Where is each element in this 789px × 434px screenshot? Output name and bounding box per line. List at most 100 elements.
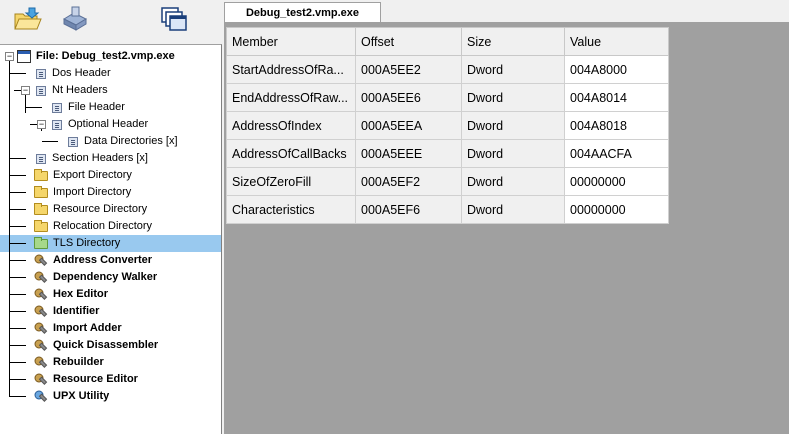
tree-item-relocation-directory[interactable]: Relocation Directory xyxy=(34,218,154,235)
collapse-optional-header-expander[interactable]: − xyxy=(37,120,46,129)
cell-size: Dword xyxy=(461,195,565,224)
tree-item-label: Hex Editor xyxy=(53,288,109,300)
tree-line xyxy=(10,294,26,295)
tree-item-import-adder[interactable]: Import Adder xyxy=(34,320,124,337)
tree-item-file-header[interactable]: File Header xyxy=(50,99,127,116)
table-row[interactable]: StartAddressOfRa... 000A5EE2 Dword 004A8… xyxy=(226,55,669,84)
cell-value[interactable]: 00000000 xyxy=(564,167,669,196)
tree-item-upx-utility[interactable]: UPX Utility xyxy=(34,388,111,405)
tree-item-label: Export Directory xyxy=(53,169,132,181)
folder-open-icon xyxy=(34,236,48,249)
cell-size: Dword xyxy=(461,111,565,140)
cell-member: Characteristics xyxy=(226,195,356,224)
document-icon xyxy=(52,102,62,113)
table-header-row: Member Offset Size Value xyxy=(226,27,669,56)
cell-offset: 000A5EEA xyxy=(355,111,462,140)
tree-item-label: UPX Utility xyxy=(53,390,110,402)
folder-icon xyxy=(34,185,48,198)
cell-size: Dword xyxy=(461,83,565,112)
tree-item-label: Rebuilder xyxy=(53,356,104,368)
tree-item-import-directory[interactable]: Import Directory xyxy=(34,184,133,201)
tree-root-label: File: Debug_test2.vmp.exe xyxy=(36,50,175,62)
tree-item-resource-directory[interactable]: Resource Directory xyxy=(34,201,149,218)
cell-offset: 000A5EE2 xyxy=(355,55,462,84)
tree-item-label: Import Directory xyxy=(53,186,132,198)
column-header-size[interactable]: Size xyxy=(461,27,565,56)
tree-line xyxy=(9,59,10,397)
tree-line xyxy=(10,379,26,380)
table-row[interactable]: AddressOfCallBacks 000A5EEE Dword 004AAC… xyxy=(226,139,669,168)
cell-member: StartAddressOfRa... xyxy=(226,55,356,84)
cell-offset: 000A5EEE xyxy=(355,139,462,168)
tree-item-tls-directory[interactable]: TLS Directory xyxy=(34,235,122,252)
tree-item-hex-editor[interactable]: Hex Editor xyxy=(34,286,110,303)
cell-value[interactable]: 004A8018 xyxy=(564,111,669,140)
tool-icon xyxy=(34,322,48,334)
save-button[interactable] xyxy=(60,4,90,34)
cell-value[interactable]: 004AACFA xyxy=(564,139,669,168)
cell-member: EndAddressOfRaw... xyxy=(226,83,356,112)
tree-root-file[interactable]: File: Debug_test2.vmp.exe xyxy=(17,48,177,65)
tool-icon xyxy=(34,305,48,317)
cell-value[interactable]: 004A8000 xyxy=(564,55,669,84)
cell-member: AddressOfCallBacks xyxy=(226,139,356,168)
tls-directory-table[interactable]: Member Offset Size Value StartAddressOfR… xyxy=(226,27,669,224)
tree-item-label: Nt Headers xyxy=(52,84,108,96)
tree-item-optional-header[interactable]: Optional Header xyxy=(50,116,150,133)
tree-item-dependency-walker[interactable]: Dependency Walker xyxy=(34,269,159,286)
cell-value[interactable]: 004A8014 xyxy=(564,83,669,112)
tree-item-nt-headers[interactable]: Nt Headers xyxy=(34,82,110,99)
tree-line xyxy=(10,277,26,278)
tree-line xyxy=(10,226,26,227)
content-area: Member Offset Size Value StartAddressOfR… xyxy=(224,23,789,434)
tree-item-label: Dependency Walker xyxy=(53,271,158,283)
open-file-button[interactable] xyxy=(12,4,42,34)
tree-item-label: Address Converter xyxy=(53,254,153,266)
tree-item-resource-editor[interactable]: Resource Editor xyxy=(34,371,140,388)
tool-icon xyxy=(34,356,48,368)
cell-size: Dword xyxy=(461,139,565,168)
tree-item-data-directories[interactable]: Data Directories [x] xyxy=(66,133,180,150)
table-row[interactable]: SizeOfZeroFill 000A5EF2 Dword 00000000 xyxy=(226,167,669,196)
tree-item-section-headers[interactable]: Section Headers [x] xyxy=(34,150,150,167)
tree-item-label: Relocation Directory xyxy=(53,220,153,232)
tree-line xyxy=(10,209,26,210)
table-row[interactable]: AddressOfIndex 000A5EEA Dword 004A8018 xyxy=(226,111,669,140)
tab-debug-file[interactable]: Debug_test2.vmp.exe xyxy=(224,2,381,22)
cell-size: Dword xyxy=(461,167,565,196)
tree-item-dos-header[interactable]: Dos Header xyxy=(34,65,113,82)
tree-line xyxy=(10,243,26,244)
document-icon xyxy=(36,153,46,164)
windows-button[interactable] xyxy=(158,4,188,34)
collapse-root-expander[interactable]: − xyxy=(5,52,14,61)
column-header-offset[interactable]: Offset xyxy=(355,27,462,56)
tree-line xyxy=(26,107,42,108)
table-row[interactable]: Characteristics 000A5EF6 Dword 00000000 xyxy=(226,195,669,224)
tree-item-label: Section Headers [x] xyxy=(52,152,148,164)
tab-label: Debug_test2.vmp.exe xyxy=(245,6,360,19)
tree-item-rebuilder[interactable]: Rebuilder xyxy=(34,354,106,371)
cell-offset: 000A5EF2 xyxy=(355,167,462,196)
collapse-nt-headers-expander[interactable]: − xyxy=(21,86,30,95)
column-header-member[interactable]: Member xyxy=(226,27,356,56)
cell-offset: 000A5EF6 xyxy=(355,195,462,224)
open-file-icon xyxy=(14,7,42,30)
cell-offset: 000A5EE6 xyxy=(355,83,462,112)
windows-icon xyxy=(161,7,187,31)
document-icon xyxy=(36,85,46,96)
cell-value[interactable]: 00000000 xyxy=(564,195,669,224)
tree-line xyxy=(10,73,26,74)
tree-item-label: TLS Directory xyxy=(53,237,121,249)
tree-item-address-converter[interactable]: Address Converter xyxy=(34,252,154,269)
tree-item-export-directory[interactable]: Export Directory xyxy=(34,167,134,184)
column-header-value[interactable]: Value xyxy=(564,27,669,56)
tree-item-identifier[interactable]: Identifier xyxy=(34,303,101,320)
tree-line xyxy=(10,311,26,312)
file-tree[interactable]: − − − File: Debug_test2.vmp.exe Dos Head… xyxy=(0,44,222,434)
cell-member: SizeOfZeroFill xyxy=(226,167,356,196)
table-row[interactable]: EndAddressOfRaw... 000A5EE6 Dword 004A80… xyxy=(226,83,669,112)
document-icon xyxy=(68,136,78,147)
tree-line xyxy=(10,192,26,193)
tree-item-quick-disassembler[interactable]: Quick Disassembler xyxy=(34,337,160,354)
tree-item-label: Resource Editor xyxy=(53,373,138,385)
